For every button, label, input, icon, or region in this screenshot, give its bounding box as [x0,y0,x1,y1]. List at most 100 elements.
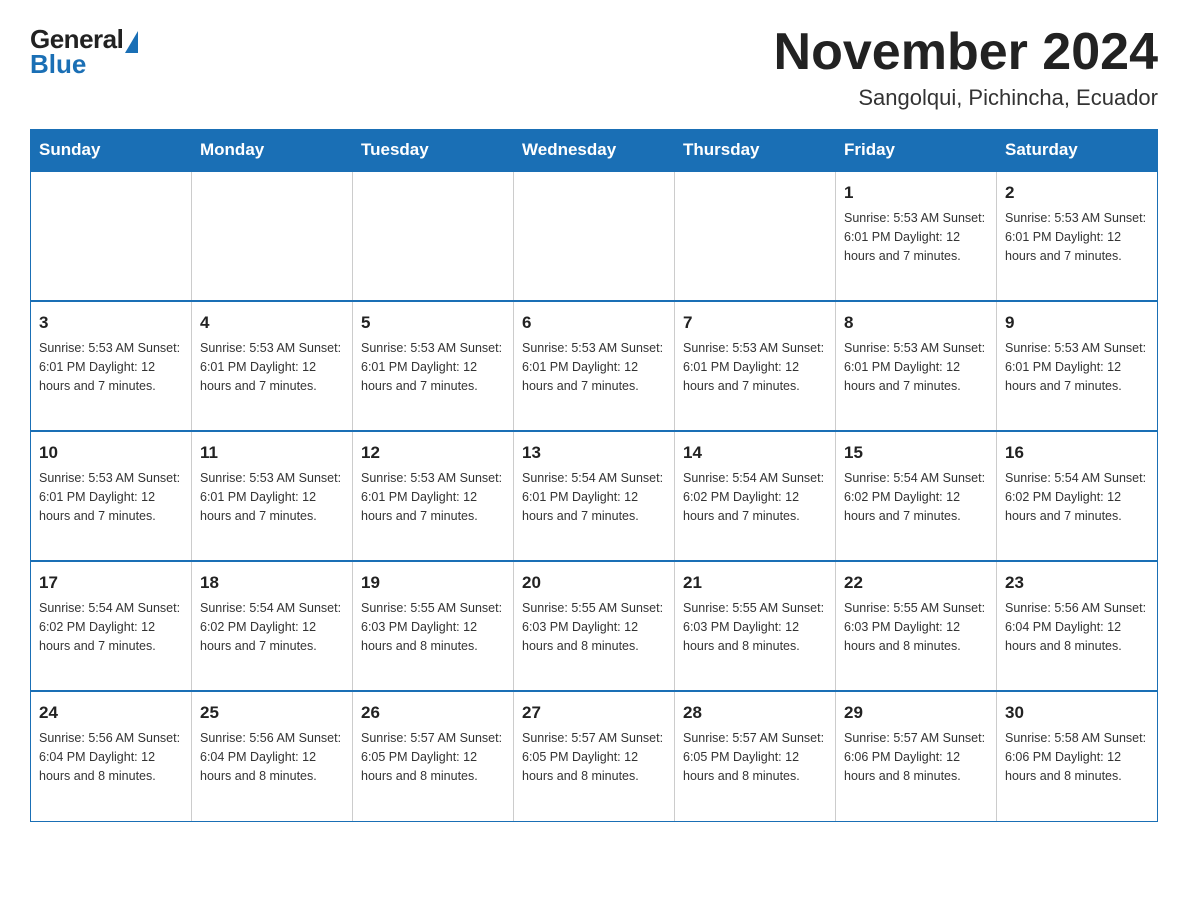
week-row-1: 3 Sunrise: 5:53 AM Sunset: 6:01 PM Daylig… [31,301,1158,431]
day-info: Sunrise: 5:54 AM Sunset: 6:01 PM Dayligh… [522,469,666,527]
day-number: 2 [1005,180,1149,206]
day-info: Sunrise: 5:53 AM Sunset: 6:01 PM Dayligh… [844,339,988,397]
weekday-header-row: SundayMondayTuesdayWednesdayThursdayFrid… [31,130,1158,172]
calendar-cell: 22 Sunrise: 5:55 AM Sunset: 6:03 PM Dayli… [836,561,997,691]
calendar-cell: 19Sunrise: 5:55 AM Sunset: 6:03 PM Dayli… [353,561,514,691]
week-row-0: 1Sunrise: 5:53 AM Sunset: 6:01 PM Daylig… [31,171,1158,301]
day-number: 17 [39,570,183,596]
calendar-cell: 10 Sunrise: 5:53 AM Sunset: 6:01 PM Dayli… [31,431,192,561]
calendar-cell: 15 Sunrise: 5:54 AM Sunset: 6:02 PM Dayli… [836,431,997,561]
weekday-header-monday: Monday [192,130,353,172]
day-info: Sunrise: 5:54 AM Sunset: 6:02 PM Dayligh… [39,599,183,657]
calendar-cell: 25Sunrise: 5:56 AM Sunset: 6:04 PM Dayli… [192,691,353,821]
calendar-cell: 5 Sunrise: 5:53 AM Sunset: 6:01 PM Daylig… [353,301,514,431]
day-number: 20 [522,570,666,596]
title-area: November 2024 Sangolqui, Pichincha, Ecua… [774,24,1158,111]
calendar-cell: 26 Sunrise: 5:57 AM Sunset: 6:05 PM Dayli… [353,691,514,821]
calendar-cell: 24Sunrise: 5:56 AM Sunset: 6:04 PM Dayli… [31,691,192,821]
day-info: Sunrise: 5:53 AM Sunset: 6:01 PM Dayligh… [361,339,505,397]
calendar-cell: 16 Sunrise: 5:54 AM Sunset: 6:02 PM Dayli… [997,431,1158,561]
day-number: 14 [683,440,827,466]
day-number: 21 [683,570,827,596]
day-info: Sunrise: 5:54 AM Sunset: 6:02 PM Dayligh… [1005,469,1149,527]
day-info: Sunrise: 5:53 AM Sunset: 6:01 PM Dayligh… [522,339,666,397]
calendar-cell: 1Sunrise: 5:53 AM Sunset: 6:01 PM Daylig… [836,171,997,301]
calendar-title: November 2024 [774,24,1158,81]
day-number: 7 [683,310,827,336]
calendar-cell [192,171,353,301]
day-number: 24 [39,700,183,726]
day-number: 23 [1005,570,1149,596]
day-number: 8 [844,310,988,336]
day-info: Sunrise: 5:57 AM Sunset: 6:05 PM Dayligh… [361,729,505,787]
day-number: 28 [683,700,827,726]
calendar-subtitle: Sangolqui, Pichincha, Ecuador [774,85,1158,111]
day-info: Sunrise: 5:57 AM Sunset: 6:05 PM Dayligh… [522,729,666,787]
day-info: Sunrise: 5:53 AM Sunset: 6:01 PM Dayligh… [683,339,827,397]
day-number: 12 [361,440,505,466]
weekday-header-thursday: Thursday [675,130,836,172]
calendar-cell: 27Sunrise: 5:57 AM Sunset: 6:05 PM Dayli… [514,691,675,821]
calendar-cell: 3 Sunrise: 5:53 AM Sunset: 6:01 PM Daylig… [31,301,192,431]
day-number: 10 [39,440,183,466]
day-info: Sunrise: 5:57 AM Sunset: 6:06 PM Dayligh… [844,729,988,787]
calendar-cell: 6 Sunrise: 5:53 AM Sunset: 6:01 PM Daylig… [514,301,675,431]
weekday-header-tuesday: Tuesday [353,130,514,172]
day-number: 30 [1005,700,1149,726]
calendar-cell [514,171,675,301]
day-number: 29 [844,700,988,726]
day-number: 6 [522,310,666,336]
calendar-cell: 30 Sunrise: 5:58 AM Sunset: 6:06 PM Dayli… [997,691,1158,821]
day-info: Sunrise: 5:53 AM Sunset: 6:01 PM Dayligh… [39,339,183,397]
day-info: Sunrise: 5:56 AM Sunset: 6:04 PM Dayligh… [1005,599,1149,657]
weekday-header-friday: Friday [836,130,997,172]
week-row-4: 24 Sunrise: 5:56 AM Sunset: 6:04 PM Dayli… [31,691,1158,821]
day-number: 4 [200,310,344,336]
calendar-cell: 11Sunrise: 5:53 AM Sunset: 6:01 PM Dayli… [192,431,353,561]
day-info: Sunrise: 5:53 AM Sunset: 6:01 PM Dayligh… [844,209,988,267]
logo-blue-text: Blue [30,51,86,77]
day-info: Sunrise: 5:54 AM Sunset: 6:02 PM Dayligh… [683,469,827,527]
calendar-cell: 23 Sunrise: 5:56 AM Sunset: 6:04 PM Dayli… [997,561,1158,691]
calendar-cell [31,171,192,301]
week-row-3: 17 Sunrise: 5:54 AM Sunset: 6:02 PM Dayli… [31,561,1158,691]
calendar-cell: 29 Sunrise: 5:57 AM Sunset: 6:06 PM Dayli… [836,691,997,821]
day-number: 16 [1005,440,1149,466]
day-info: Sunrise: 5:55 AM Sunset: 6:03 PM Dayligh… [844,599,988,657]
day-info: Sunrise: 5:53 AM Sunset: 6:01 PM Dayligh… [1005,339,1149,397]
day-info: Sunrise: 5:53 AM Sunset: 6:01 PM Dayligh… [39,469,183,527]
calendar-cell: 21 Sunrise: 5:55 AM Sunset: 6:03 PM Dayli… [675,561,836,691]
calendar-cell: 8 Sunrise: 5:53 AM Sunset: 6:01 PM Daylig… [836,301,997,431]
logo: General Blue [30,24,138,77]
day-info: Sunrise: 5:55 AM Sunset: 6:03 PM Dayligh… [683,599,827,657]
day-number: 18 [200,570,344,596]
day-info: Sunrise: 5:54 AM Sunset: 6:02 PM Dayligh… [844,469,988,527]
day-info: Sunrise: 5:58 AM Sunset: 6:06 PM Dayligh… [1005,729,1149,787]
day-info: Sunrise: 5:53 AM Sunset: 6:01 PM Dayligh… [1005,209,1149,267]
weekday-header-sunday: Sunday [31,130,192,172]
day-number: 13 [522,440,666,466]
day-number: 5 [361,310,505,336]
calendar-cell: 2 Sunrise: 5:53 AM Sunset: 6:01 PM Daylig… [997,171,1158,301]
day-number: 15 [844,440,988,466]
calendar-cell: 7 Sunrise: 5:53 AM Sunset: 6:01 PM Daylig… [675,301,836,431]
calendar-cell: 28 Sunrise: 5:57 AM Sunset: 6:05 PM Dayli… [675,691,836,821]
day-info: Sunrise: 5:53 AM Sunset: 6:01 PM Dayligh… [200,339,344,397]
calendar-cell: 20 Sunrise: 5:55 AM Sunset: 6:03 PM Dayli… [514,561,675,691]
day-number: 19 [361,570,505,596]
day-info: Sunrise: 5:53 AM Sunset: 6:01 PM Dayligh… [200,469,344,527]
day-number: 26 [361,700,505,726]
calendar-cell [675,171,836,301]
logo-triangle-icon [125,31,138,53]
day-number: 3 [39,310,183,336]
day-number: 22 [844,570,988,596]
day-info: Sunrise: 5:56 AM Sunset: 6:04 PM Dayligh… [200,729,344,787]
calendar-cell: 4 Sunrise: 5:53 AM Sunset: 6:01 PM Daylig… [192,301,353,431]
calendar-cell: 18Sunrise: 5:54 AM Sunset: 6:02 PM Dayli… [192,561,353,691]
day-info: Sunrise: 5:55 AM Sunset: 6:03 PM Dayligh… [522,599,666,657]
day-info: Sunrise: 5:57 AM Sunset: 6:05 PM Dayligh… [683,729,827,787]
calendar-table: SundayMondayTuesdayWednesdayThursdayFrid… [30,129,1158,822]
day-number: 9 [1005,310,1149,336]
weekday-header-saturday: Saturday [997,130,1158,172]
week-row-2: 10 Sunrise: 5:53 AM Sunset: 6:01 PM Dayli… [31,431,1158,561]
